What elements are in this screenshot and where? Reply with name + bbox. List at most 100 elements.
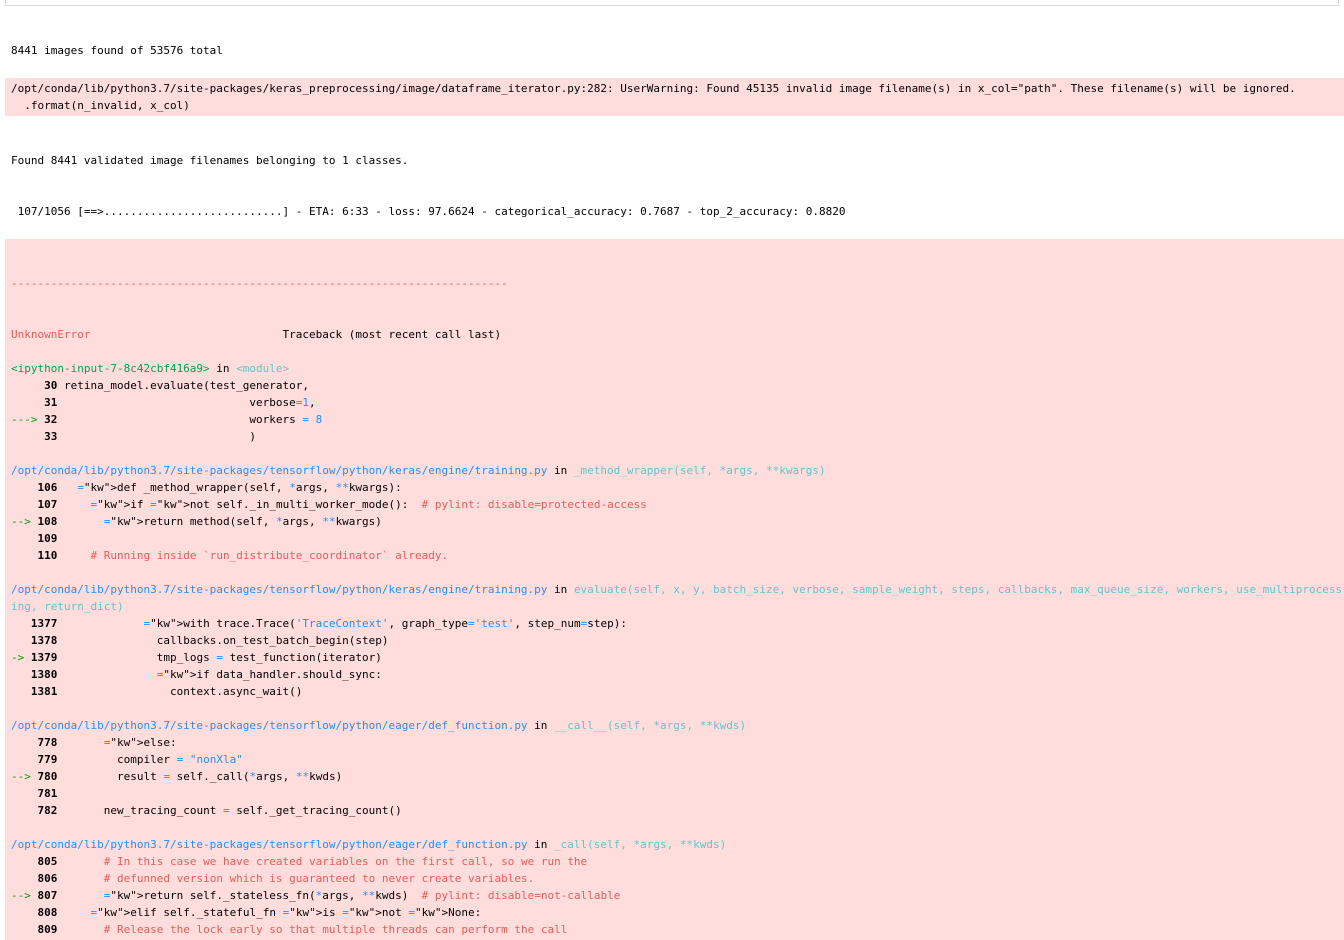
traceback-frame-header: /opt/conda/lib/python3.7/site-packages/t… xyxy=(11,581,1344,615)
stdout-progress: Found 8441 validated image filenames bel… xyxy=(0,116,1344,239)
traceback-code-line: 30 retina_model.evaluate(test_generator, xyxy=(11,377,1344,394)
traceback-code-line: 779 compiler = "nonXla" xyxy=(11,751,1344,768)
line-marker xyxy=(11,549,38,562)
line-marker xyxy=(11,753,38,766)
line-code: ="kw">with xyxy=(143,617,210,630)
line-marker xyxy=(11,906,38,919)
traceback-code-line: 33 ) xyxy=(11,428,1344,445)
line-code: ="kw">elif xyxy=(90,906,157,919)
traceback-code-line: ---> 32 workers = 8 xyxy=(11,411,1344,428)
frame-file-path: /opt/conda/lib/python3.7/site-packages/t… xyxy=(11,719,528,732)
line-number: 780 xyxy=(37,770,58,783)
traceback-frame-header: /opt/conda/lib/python3.7/site-packages/t… xyxy=(11,462,1344,479)
line-number: 779 xyxy=(37,753,58,766)
line-number: 1377 xyxy=(30,617,58,630)
frame-gap xyxy=(11,819,1344,836)
frame-gap xyxy=(11,700,1344,717)
frame-in-word: in xyxy=(547,583,574,596)
line-marker: -> xyxy=(11,651,31,664)
warning-text: /opt/conda/lib/python3.7/site-packages/k… xyxy=(11,82,1296,95)
frame-in-word: in xyxy=(527,719,555,732)
line-marker xyxy=(11,617,31,630)
line-marker: --> xyxy=(11,770,38,783)
line-code: context.async_wait() xyxy=(57,685,303,698)
traceback-frame-header: /opt/conda/lib/python3.7/site-packages/t… xyxy=(11,836,1344,853)
traceback-code-line: 1380 ="kw">if data_handler.should_sync: xyxy=(11,666,1344,683)
line-number: 33 xyxy=(44,430,58,443)
line-code: ="kw">if xyxy=(90,498,144,511)
line-number: 1380 xyxy=(30,668,58,681)
line-marker xyxy=(11,855,38,868)
line-number: 806 xyxy=(37,872,58,885)
frame-function: _call(self, *args, **kwds) xyxy=(554,838,727,851)
line-number: 110 xyxy=(37,549,58,562)
line-marker xyxy=(11,668,31,681)
error-name: UnknownError xyxy=(11,328,91,341)
frame-function: _method_wrapper(self, *args, **kwargs) xyxy=(573,464,826,477)
line-code: # In this case we have created variables… xyxy=(103,855,588,868)
line-code: # Release the lock early so that multipl… xyxy=(103,923,568,936)
line-marker xyxy=(11,379,44,392)
traceback-code-line: --> 807 ="kw">return self._stateless_fn(… xyxy=(11,889,621,902)
line-marker xyxy=(11,685,31,698)
line-code: ="kw">else xyxy=(103,736,170,749)
line-code: # defunned version which is guaranteed t… xyxy=(103,872,535,885)
line-code: verbose=1, xyxy=(57,396,316,409)
line-number: 782 xyxy=(37,804,58,817)
line-marker xyxy=(11,736,38,749)
line-number: 1379 xyxy=(30,651,58,664)
traceback-label: Traceback (most recent call last) xyxy=(90,328,502,341)
traceback-separator: ----------------------------------------… xyxy=(11,277,508,290)
traceback-code-line: 809 # Release the lock early so that mul… xyxy=(11,921,1344,938)
line-marker xyxy=(11,804,38,817)
line-marker: ---> xyxy=(11,413,45,426)
line-marker xyxy=(11,481,38,494)
line-code: workers = 8 xyxy=(57,413,323,426)
line-marker xyxy=(11,872,38,885)
frame-in-word: in xyxy=(209,362,237,375)
stdout-output: 8441 images found of 53576 total xyxy=(0,6,1344,78)
traceback-output: ----------------------------------------… xyxy=(5,239,1344,940)
line-code: ="kw">if xyxy=(156,668,210,681)
frame-in-word: in xyxy=(527,838,555,851)
frame-gap xyxy=(11,445,1344,462)
stderr-warning: /opt/conda/lib/python3.7/site-packages/k… xyxy=(5,78,1344,116)
line-marker xyxy=(11,498,38,511)
line-code: compiler = "nonXla" xyxy=(57,753,243,766)
traceback-code-line: 109 xyxy=(11,530,1344,547)
frame-function: __call__(self, *args, **kwds) xyxy=(554,719,747,732)
line-number: 807 xyxy=(37,889,58,902)
frame-file-path: /opt/conda/lib/python3.7/site-packages/t… xyxy=(11,464,548,477)
traceback-code-line: 805 # In this case we have created varia… xyxy=(11,853,1344,870)
line-code: ) xyxy=(57,430,257,443)
traceback-code-line: --> 108 ="kw">return method(self, *args,… xyxy=(11,515,382,528)
line-number: 808 xyxy=(37,906,58,919)
line-number: 109 xyxy=(37,532,58,545)
line-marker xyxy=(11,532,38,545)
line-number: 30 xyxy=(44,379,58,392)
line-number: 1378 xyxy=(30,634,58,647)
line-number: 778 xyxy=(37,736,58,749)
traceback-code-line: -> 1379 tmp_logs = test_function(iterato… xyxy=(11,649,1344,666)
traceback-code-line: 106 ="kw">def _method_wrapper(self, *arg… xyxy=(11,479,1344,496)
found-validated-line: Found 8441 validated image filenames bel… xyxy=(11,154,409,167)
traceback-code-line: --> 780 result = self._call(*args, **kwd… xyxy=(11,768,1344,785)
frame-in-word: in xyxy=(547,464,574,477)
traceback-code-line: 110 # Running inside `run_distribute_coo… xyxy=(11,547,1344,564)
line-number: 32 xyxy=(44,413,58,426)
traceback-code-line: 1378 callbacks.on_test_batch_begin(step) xyxy=(11,632,1344,649)
traceback-code-line: 1377 ="kw">with trace.Trace('TraceContex… xyxy=(11,615,1344,632)
line-marker xyxy=(11,634,31,647)
line-number: 31 xyxy=(44,396,58,409)
traceback-header: UnknownError Traceback (most recent call… xyxy=(11,326,1344,343)
traceback-code-line: 808 ="kw">elif self._stateful_fn ="kw">i… xyxy=(11,904,1344,921)
frame-file-path: <ipython-input-7-8c42cbf416a9> xyxy=(11,362,210,375)
line-number: 1381 xyxy=(30,685,58,698)
warning-format-line: .format(n_invalid, x_col) xyxy=(11,99,190,112)
images-found-line: 8441 images found of 53576 total xyxy=(11,44,223,57)
line-marker: --> xyxy=(11,889,38,902)
traceback-frame-header: /opt/conda/lib/python3.7/site-packages/t… xyxy=(11,717,1344,734)
traceback-code-line: 31 verbose=1, xyxy=(11,394,1344,411)
